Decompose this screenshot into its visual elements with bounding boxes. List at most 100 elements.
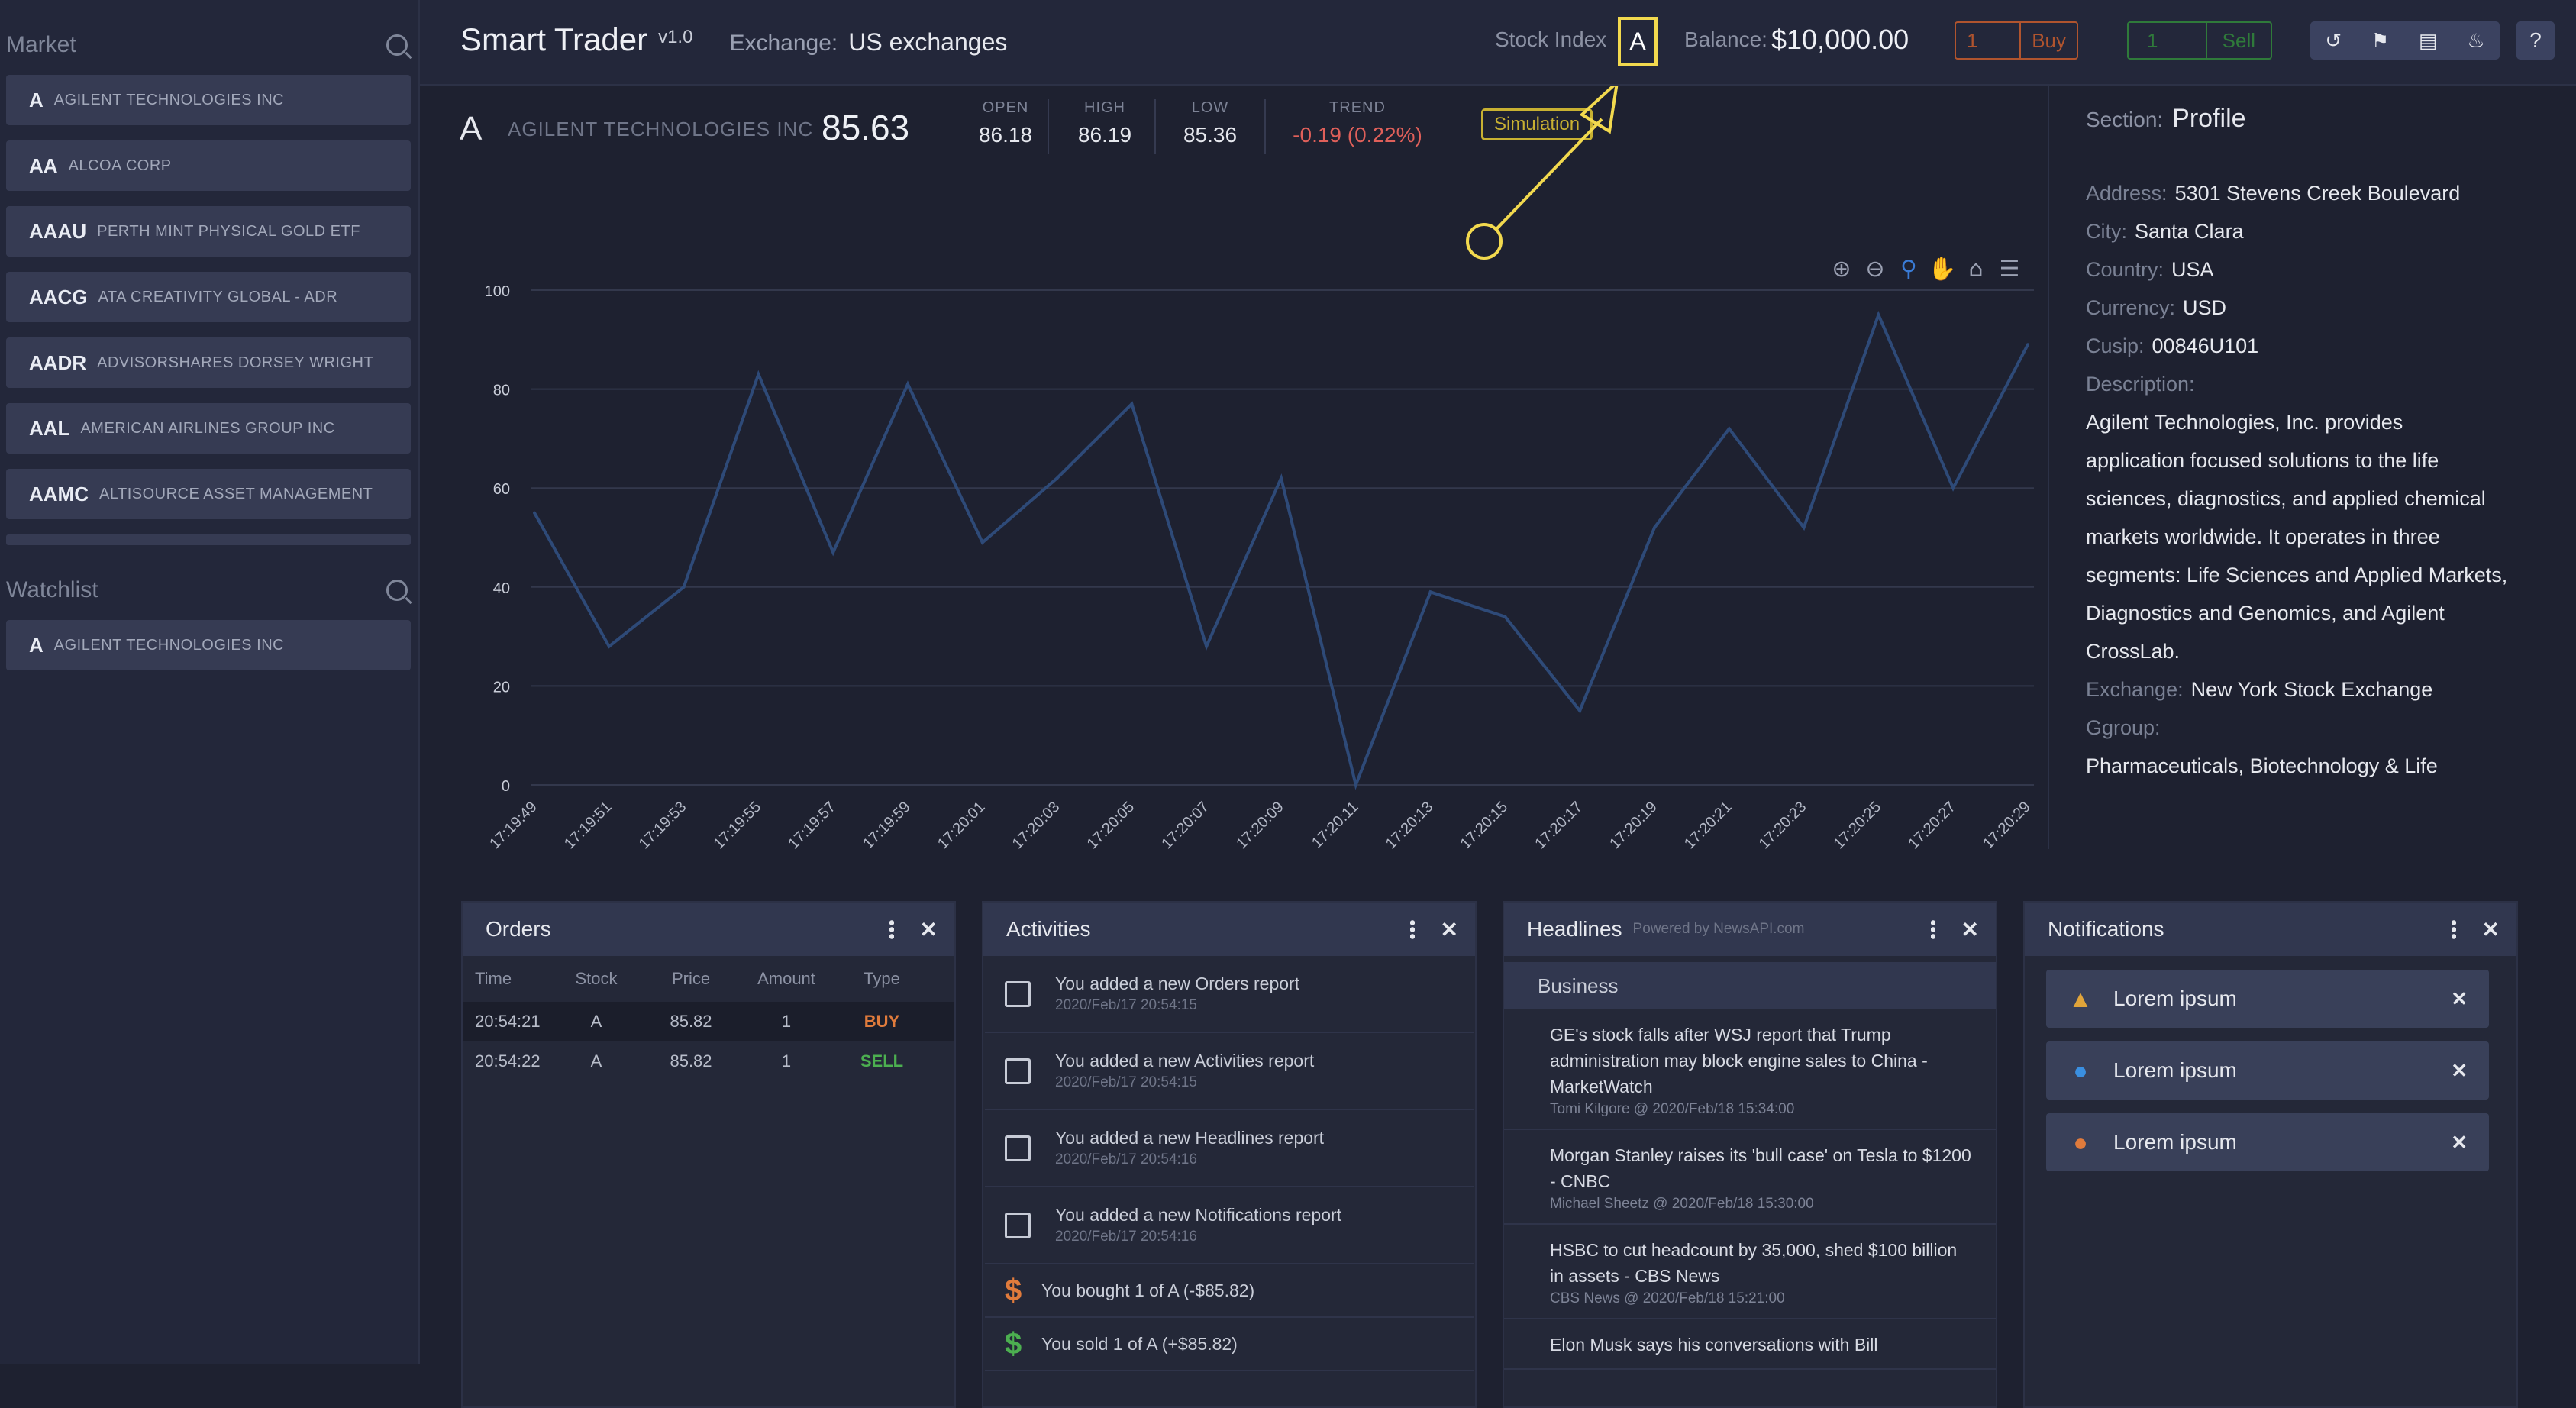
orders-cell-amount: 1	[781, 1012, 792, 1031]
callout-anchor-dot	[1466, 223, 1503, 260]
y-tick-label: 0	[502, 778, 510, 795]
headline-item[interactable]: GE's stock falls after WSJ report that T…	[1504, 1009, 1996, 1130]
price-point[interactable]	[533, 511, 536, 515]
activity-checkbox[interactable]	[1005, 980, 1031, 1007]
market-item-symbol: AACG	[29, 285, 88, 308]
help-icon[interactable]: ?	[2516, 21, 2555, 60]
x-tick-label: 17:19:49	[486, 799, 541, 853]
market-search-icon[interactable]	[386, 34, 408, 56]
activity-text: You added a new Notifications report	[1055, 1205, 1342, 1225]
main-area: A AGILENT TECHNOLOGIES INC 85.63 OPEN 86…	[420, 86, 2576, 1408]
headlines-close-icon[interactable]: ✕	[1961, 917, 1979, 942]
orders-cell-time: 20:54:21	[475, 1012, 541, 1031]
dollar-icon: $	[1005, 1273, 1022, 1307]
headlines-title: Headlines	[1527, 917, 1622, 941]
headline-item[interactable]: Elon Musk says his conversations with Bi…	[1504, 1319, 1996, 1370]
buy-quantity-input[interactable]: 1	[1956, 29, 2019, 53]
price-point[interactable]	[1428, 590, 1432, 594]
price-point[interactable]	[1055, 476, 1059, 480]
orders-column-header[interactable]: Price	[649, 969, 733, 989]
notifications-menu-icon[interactable]	[2451, 919, 2456, 939]
price-point[interactable]	[1205, 644, 1209, 648]
x-tick-label: 17:20:07	[1158, 799, 1212, 853]
orders-close-icon[interactable]: ✕	[920, 917, 938, 942]
price-point[interactable]	[1578, 709, 1582, 712]
market-item[interactable]: A AGILENT TECHNOLOGIES INC	[6, 75, 411, 125]
top-bar: Smart Trader v1.0 Exchange: US exchanges…	[420, 0, 2576, 86]
notification-dismiss-icon[interactable]: ✕	[2451, 987, 2468, 1011]
activity-trade-item: $ You bought 1 of A (-$85.82)	[985, 1264, 1474, 1318]
sell-quantity-input[interactable]: 1	[2129, 29, 2206, 53]
market-item[interactable]: AAL AMERICAN AIRLINES GROUP INC	[6, 403, 411, 454]
flag-icon[interactable]: ⚑	[2371, 29, 2389, 53]
headlines-powered-by: Powered by NewsAPI.com	[1632, 921, 1805, 937]
market-item-name: ALTISOURCE ASSET MANAGEMENT	[99, 485, 373, 502]
orders-column-header[interactable]: Time	[463, 969, 544, 989]
x-tick-label: 17:20:21	[1681, 799, 1735, 853]
orders-column-header[interactable]: Type	[840, 969, 924, 989]
activity-checkbox[interactable]	[1005, 1212, 1031, 1238]
price-point[interactable]	[1503, 615, 1507, 618]
x-tick-label: 17:20:15	[1457, 799, 1512, 853]
notifications-close-icon[interactable]: ✕	[2482, 917, 2500, 942]
y-tick-label: 20	[493, 679, 510, 696]
price-point[interactable]	[607, 644, 611, 648]
orders-cell-amount: 1	[781, 1051, 792, 1071]
x-tick-label: 17:19:53	[636, 799, 690, 853]
orders-table-row[interactable]: 20:54:22 A 85.82 1 SELL	[463, 1041, 954, 1081]
market-item-symbol: AAL	[29, 416, 70, 440]
market-item[interactable]: AA ALCOA CORP	[6, 140, 411, 191]
orders-title: Orders	[486, 917, 551, 941]
market-item[interactable]: AADR ADVISORSHARES DORSEY WRIGHT	[6, 337, 411, 388]
exchange-field-label: Exchange:	[2086, 678, 2184, 701]
headline-item[interactable]: Morgan Stanley raises its 'bull case' on…	[1504, 1130, 1996, 1225]
history-icon[interactable]: ↺	[2325, 29, 2342, 53]
orders-column-header[interactable]: Amount	[733, 969, 840, 989]
y-tick-label: 60	[493, 481, 510, 498]
bell-icon[interactable]: ♨	[2467, 29, 2484, 53]
watchlist-item[interactable]: A AGILENT TECHNOLOGIES INC	[6, 620, 411, 670]
price-point[interactable]	[831, 551, 835, 554]
price-point[interactable]	[682, 585, 686, 589]
price-point[interactable]	[1727, 427, 1731, 431]
orders-column-header[interactable]: Stock	[544, 969, 649, 989]
orders-menu-icon[interactable]	[889, 919, 894, 939]
activity-checkbox[interactable]	[1005, 1135, 1031, 1161]
price-point[interactable]	[1130, 402, 1134, 406]
price-point[interactable]	[1653, 526, 1656, 530]
headlines-category[interactable]: Business	[1504, 962, 1996, 1009]
activities-close-icon[interactable]: ✕	[1441, 917, 1458, 942]
orders-table-row[interactable]: 20:54:21 A 85.82 1 BUY	[463, 1002, 954, 1041]
headline-item[interactable]: HSBC to cut headcount by 35,000, shed $1…	[1504, 1225, 1996, 1319]
sell-button[interactable]: Sell	[2205, 23, 2271, 58]
sidebar: Market A AGILENT TECHNOLOGIES INC AA ALCOA …	[0, 0, 420, 1364]
notification-dismiss-icon[interactable]: ✕	[2451, 1059, 2468, 1083]
exchange-value[interactable]: US exchanges	[848, 28, 1007, 57]
activity-item: You added a new Notifications report 2020…	[985, 1187, 1474, 1264]
orders-cell-type: SELL	[860, 1051, 904, 1071]
watchlist-search-icon[interactable]	[386, 580, 408, 601]
market-item-name: AGILENT TECHNOLOGIES INC	[53, 91, 285, 108]
activities-header: Activities ✕	[983, 903, 1475, 956]
market-item[interactable]: AACG ATA CREATIVITY GLOBAL - ADR	[6, 272, 411, 322]
activities-menu-icon[interactable]	[1409, 919, 1415, 939]
market-item[interactable]: AAMC ALTISOURCE ASSET MANAGEMENT	[6, 469, 411, 519]
stock-index-input[interactable]: A	[1618, 17, 1658, 66]
stock-index-label: Stock Index	[1495, 27, 1607, 51]
price-point[interactable]	[980, 541, 984, 544]
newspaper-icon[interactable]: ▤	[2419, 29, 2438, 53]
exchange-label: Exchange:	[729, 31, 838, 56]
activity-trade-text: You bought 1 of A (-$85.82)	[1041, 1280, 1255, 1300]
market-item[interactable]: AAAU PERTH MINT PHYSICAL GOLD ETF	[6, 206, 411, 257]
price-point[interactable]	[1280, 476, 1283, 480]
activity-checkbox[interactable]	[1005, 1058, 1031, 1084]
dollar-icon: $	[1005, 1326, 1022, 1361]
headlines-menu-icon[interactable]	[1930, 919, 1935, 939]
price-point[interactable]	[1951, 486, 1955, 490]
buy-button[interactable]: Buy	[2019, 23, 2077, 58]
notification-dismiss-icon[interactable]: ✕	[2451, 1131, 2468, 1154]
warning-icon: ▲	[2068, 984, 2093, 1012]
price-point[interactable]	[1354, 783, 1357, 786]
orders-column-header-row: Time Stock Price Amount Type	[463, 956, 954, 1002]
price-point[interactable]	[1802, 526, 1806, 530]
